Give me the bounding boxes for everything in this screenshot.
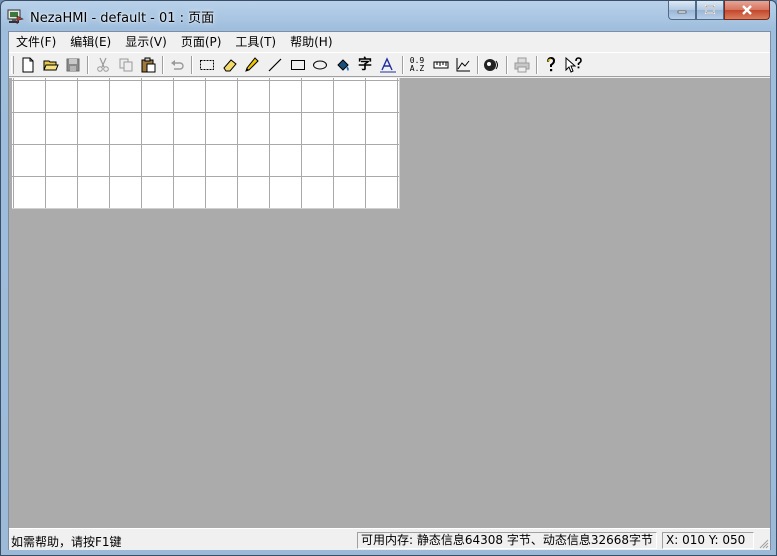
select-rect-icon bbox=[200, 60, 214, 70]
toolbar-separator bbox=[402, 56, 404, 74]
new-file-button[interactable] bbox=[18, 55, 38, 75]
menu-bar: 文件(F) 编辑(E) 显示(V) 页面(P) 工具(T) 帮助(H) bbox=[9, 32, 770, 52]
menu-view[interactable]: 显示(V) bbox=[118, 32, 174, 52]
trend-chart-tool[interactable] bbox=[453, 55, 473, 75]
numeric-display-bottom-label: A.Z bbox=[409, 64, 425, 73]
app-icon[interactable] bbox=[7, 7, 25, 25]
line-icon bbox=[268, 58, 282, 72]
copy-button[interactable] bbox=[116, 55, 136, 75]
close-button[interactable] bbox=[724, 1, 770, 20]
toolbar: 字 0.9 A.Z bbox=[9, 52, 770, 77]
text-style-tool[interactable] bbox=[378, 55, 398, 75]
toolbar-separator bbox=[477, 56, 479, 74]
menu-page[interactable]: 页面(P) bbox=[174, 32, 229, 52]
ruler-tool[interactable] bbox=[431, 55, 451, 75]
rectangle-tool[interactable] bbox=[288, 55, 308, 75]
eraser-tool[interactable] bbox=[220, 55, 240, 75]
text-icon: 字 bbox=[358, 57, 372, 73]
context-help-button[interactable] bbox=[564, 55, 584, 75]
fill-tool[interactable] bbox=[333, 55, 353, 75]
toolbar-separator bbox=[87, 56, 89, 74]
line-tool[interactable] bbox=[265, 55, 285, 75]
context-help-icon bbox=[565, 57, 582, 73]
ellipse-icon bbox=[313, 60, 327, 70]
undo-button[interactable] bbox=[167, 55, 187, 75]
resize-grip-icon[interactable] bbox=[757, 537, 769, 549]
trend-chart-icon bbox=[456, 58, 470, 72]
minimize-button[interactable] bbox=[668, 1, 696, 20]
status-help-text: 如需帮助，请按F1键 bbox=[11, 535, 122, 549]
window-title: NezaHMI - default - 01 : 页面 bbox=[30, 11, 215, 26]
print-button[interactable] bbox=[512, 55, 532, 75]
toolbar-separator bbox=[506, 56, 508, 74]
eraser-icon bbox=[223, 59, 237, 72]
cut-button[interactable] bbox=[93, 55, 113, 75]
copy-icon bbox=[119, 58, 133, 72]
help-button[interactable] bbox=[541, 55, 561, 75]
undo-icon bbox=[171, 60, 184, 70]
numeric-display-tool[interactable]: 0.9 A.Z bbox=[407, 55, 427, 75]
cut-icon bbox=[97, 57, 109, 72]
new-file-icon bbox=[22, 57, 34, 73]
print-icon bbox=[514, 57, 530, 73]
close-icon bbox=[742, 5, 752, 15]
menu-help[interactable]: 帮助(H) bbox=[283, 32, 339, 52]
open-folder-icon bbox=[43, 60, 59, 71]
toolbar-separator bbox=[162, 56, 164, 74]
save-button[interactable] bbox=[63, 55, 83, 75]
rectangle-icon bbox=[291, 60, 305, 70]
pencil-icon bbox=[245, 57, 259, 72]
design-workspace[interactable] bbox=[9, 78, 770, 528]
help-icon bbox=[547, 57, 556, 72]
save-icon bbox=[66, 58, 80, 72]
page-canvas-grid[interactable] bbox=[12, 78, 400, 209]
toolbar-grip[interactable] bbox=[11, 56, 14, 74]
status-coordinates: X: 010 Y: 050 bbox=[662, 532, 754, 549]
status-bar: 如需帮助，请按F1键 可用内存: 静态信息64308 字节、动态信息32668字… bbox=[9, 528, 770, 550]
maximize-button[interactable] bbox=[696, 1, 724, 20]
client-area: 文件(F) 编辑(E) 显示(V) 页面(P) 工具(T) 帮助(H) 字 0.… bbox=[8, 31, 771, 550]
select-tool[interactable] bbox=[197, 55, 217, 75]
maximize-icon bbox=[705, 5, 715, 14]
text-tool[interactable]: 字 bbox=[355, 55, 375, 75]
speaker-tool[interactable] bbox=[482, 55, 502, 75]
ruler-icon bbox=[433, 61, 449, 69]
open-button[interactable] bbox=[41, 55, 61, 75]
menu-file[interactable]: 文件(F) bbox=[9, 32, 63, 52]
speaker-icon bbox=[484, 59, 498, 71]
menu-edit[interactable]: 编辑(E) bbox=[63, 32, 118, 52]
toolbar-separator bbox=[536, 56, 538, 74]
ellipse-tool[interactable] bbox=[310, 55, 330, 75]
app-window: NezaHMI - default - 01 : 页面 文件(F) 编辑(E) … bbox=[0, 0, 777, 556]
fill-icon bbox=[337, 59, 349, 71]
numeric-display-icon: 0.9 A.Z bbox=[410, 57, 424, 73]
paste-button[interactable] bbox=[138, 55, 158, 75]
title-bar[interactable]: NezaHMI - default - 01 : 页面 bbox=[1, 1, 776, 31]
status-memory: 可用内存: 静态信息64308 字节、动态信息32668字节 bbox=[357, 532, 657, 549]
minimize-icon bbox=[677, 10, 687, 14]
paste-icon bbox=[141, 57, 156, 73]
toolbar-separator bbox=[191, 56, 193, 74]
pencil-tool[interactable] bbox=[242, 55, 262, 75]
menu-tools[interactable]: 工具(T) bbox=[228, 32, 283, 52]
text-style-icon bbox=[380, 57, 396, 73]
